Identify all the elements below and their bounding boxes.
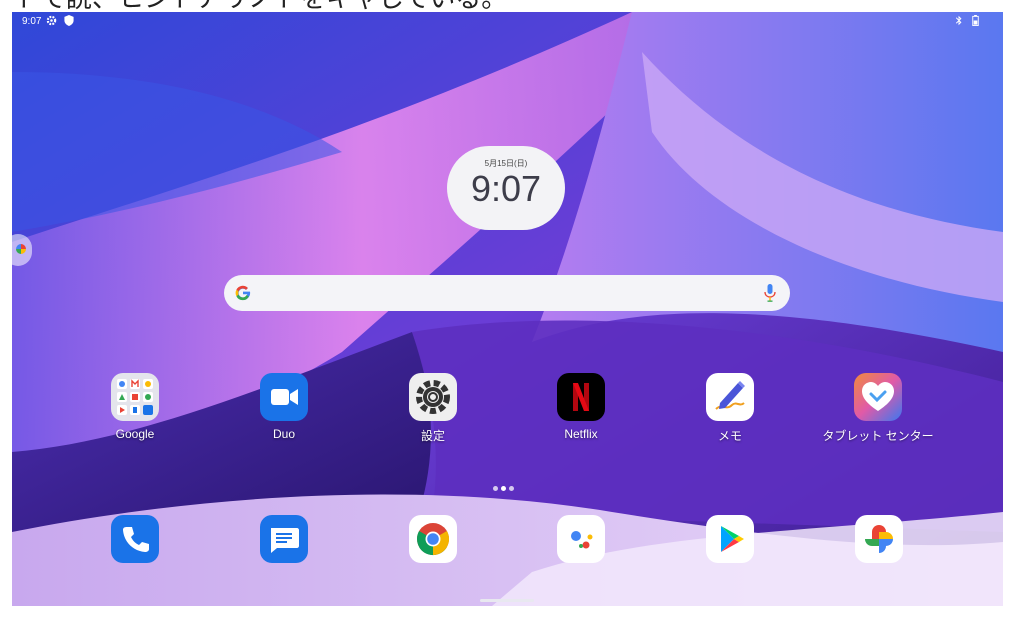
- app-memo[interactable]: メモ: [665, 373, 795, 444]
- play-store-icon: [706, 515, 754, 563]
- app-duo[interactable]: Duo: [219, 373, 349, 441]
- dock-phone[interactable]: [111, 515, 159, 563]
- google-g-icon: [235, 285, 251, 301]
- app-label: 設定: [420, 429, 445, 443]
- status-bar: 9:07: [12, 12, 1003, 32]
- app-settings[interactable]: 設定: [368, 373, 498, 444]
- shield-icon: [64, 15, 74, 26]
- tablet-screen: 9:07 5月15日(日) 9:07 Google Duo 設定 Netflix…: [12, 12, 1003, 606]
- memo-pen-icon: [706, 373, 754, 421]
- google-search-bar[interactable]: [224, 275, 790, 311]
- page-dot: [493, 486, 498, 491]
- netflix-icon: [557, 373, 605, 421]
- tablet-center-heart-icon: [854, 373, 902, 421]
- status-time: 9:07: [22, 16, 42, 27]
- duo-camera-icon: [260, 373, 308, 421]
- page-dot-active: [501, 486, 506, 491]
- photos-pinwheel-icon: [855, 515, 903, 563]
- page-indicator[interactable]: [493, 476, 519, 491]
- app-label: Duo: [272, 427, 295, 441]
- phone-icon: [111, 515, 159, 563]
- dock-assistant[interactable]: [557, 515, 605, 563]
- mic-icon[interactable]: [764, 284, 776, 302]
- clock-widget[interactable]: 5月15日(日) 9:07: [447, 146, 565, 230]
- google-folder-icon: [111, 373, 159, 421]
- settings-gear-icon: [409, 373, 457, 421]
- gear-icon: [46, 15, 57, 26]
- dock-play-store[interactable]: [706, 515, 754, 563]
- dock-photos[interactable]: [855, 515, 903, 563]
- page-dot: [509, 486, 514, 491]
- gesture-nav-handle[interactable]: [480, 599, 534, 602]
- app-label: タブレット センター: [822, 429, 934, 443]
- app-label: Google: [115, 427, 155, 441]
- app-label: Netflix: [564, 427, 598, 441]
- side-bar-handle-icon: [16, 244, 26, 254]
- app-netflix[interactable]: Netflix: [516, 373, 646, 441]
- app-tablet-center[interactable]: タブレット センター: [813, 373, 943, 444]
- app-google-folder[interactable]: Google: [70, 373, 200, 441]
- bluetooth-icon: [955, 15, 962, 26]
- dock-chrome[interactable]: [409, 515, 457, 563]
- dock-messages[interactable]: [260, 515, 308, 563]
- chrome-icon: [409, 515, 457, 563]
- app-label: メモ: [717, 429, 742, 443]
- clock-time: 9:07: [470, 168, 542, 209]
- battery-icon: [972, 15, 979, 26]
- assistant-icon: [557, 515, 605, 563]
- messages-icon: [260, 515, 308, 563]
